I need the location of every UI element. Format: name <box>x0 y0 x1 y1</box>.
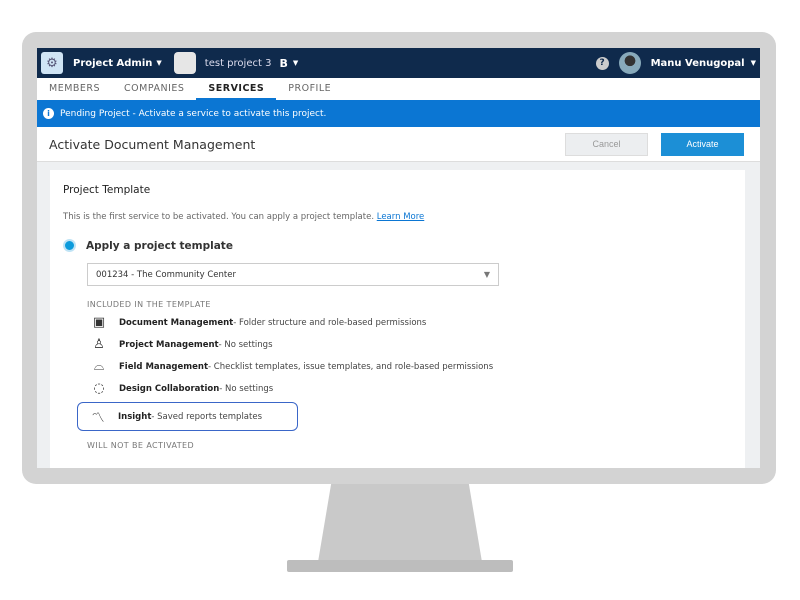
screen: ⚙ Project Admin ▼ test project 3 B ▼ ? Man… <box>37 48 760 468</box>
tab-bar: MEMBERS COMPANIES SERVICES PROFILE <box>37 78 760 100</box>
tab-companies[interactable]: COMPANIES <box>112 78 196 100</box>
selected-template: 001234 - The Community Center <box>96 269 236 280</box>
info-icon: i <box>43 108 54 119</box>
team-icon: ♙ <box>93 337 105 352</box>
collaboration-icon: ◌ <box>93 381 105 396</box>
hardhat-icon: ⌓ <box>93 359 105 374</box>
item-detail: - Saved reports templates <box>151 411 263 422</box>
insight-chart-icon: 〽 <box>91 411 105 426</box>
item-detail: - Checklist templates, issue templates, … <box>208 361 494 372</box>
chevron-down-icon: ▼ <box>750 59 756 67</box>
description-text: This is the first service to be activate… <box>63 212 375 222</box>
item-detail: - No settings <box>218 339 273 350</box>
list-item: ▣ Document Management - Folder structure … <box>89 314 732 331</box>
document-icon: ▣ <box>92 315 106 330</box>
activate-button[interactable]: Activate <box>661 132 744 156</box>
item-detail: - No settings <box>219 383 274 394</box>
not-activated-label: WILL NOT BE ACTIVATED <box>87 441 195 450</box>
help-icon[interactable]: ? <box>595 56 609 70</box>
item-detail: - Folder structure and role-based permis… <box>233 317 427 328</box>
project-badge: B <box>279 56 288 70</box>
caret-down-icon: ▼ <box>483 270 490 279</box>
banner-text: Pending Project - Activate a service to … <box>60 108 327 119</box>
cancel-button[interactable]: Cancel <box>565 132 648 156</box>
tab-services[interactable]: SERVICES <box>196 78 277 100</box>
list-item-highlighted: 〽 Insight - Saved reports templates <box>77 402 298 431</box>
radio-selected[interactable] <box>63 239 76 252</box>
project-template-card: Project Template This is the first servi… <box>50 170 745 468</box>
monitor-base <box>287 560 513 572</box>
list-item: ⌓ Field Management - Checklist templates,… <box>89 358 732 375</box>
avatar[interactable] <box>618 52 641 74</box>
learn-more-link[interactable]: Learn More <box>377 212 425 222</box>
item-name: Project Management <box>119 339 219 350</box>
tab-members[interactable]: MEMBERS <box>37 78 112 100</box>
tab-profile[interactable]: PROFILE <box>276 78 343 100</box>
project-thumbnail <box>173 52 196 74</box>
gear-icon[interactable]: ⚙ <box>41 52 63 74</box>
list-item: ◌ Design Collaboration - No settings <box>89 380 732 397</box>
card-description: This is the first service to be activate… <box>63 212 732 222</box>
item-name: Design Collaboration <box>119 383 220 394</box>
chevron-down-icon: ▼ <box>156 59 162 67</box>
item-name: Document Management <box>119 317 234 328</box>
template-select[interactable]: 001234 - The Community Center ▼ <box>87 263 499 286</box>
project-selector[interactable]: test project 3 <box>205 58 272 69</box>
apply-template-option[interactable]: Apply a project template <box>63 239 732 252</box>
top-bar: ⚙ Project Admin ▼ test project 3 B ▼ ? Man… <box>37 48 760 78</box>
item-name: Insight <box>118 411 152 422</box>
app-menu[interactable]: Project Admin <box>73 58 152 69</box>
included-label: INCLUDED IN THE TEMPLATE <box>87 300 211 309</box>
monitor-stand <box>318 484 482 562</box>
list-item: ♙ Project Management - No settings <box>89 336 732 353</box>
user-menu[interactable]: Manu Venugopal <box>651 58 745 69</box>
card-heading: Project Template <box>63 184 151 196</box>
chevron-down-icon: ▼ <box>292 59 299 67</box>
title-bar: Activate Document Management Cancel Acti… <box>37 127 760 162</box>
page-title: Activate Document Management <box>49 136 256 152</box>
option-label: Apply a project template <box>86 239 233 252</box>
pending-banner: i Pending Project - Activate a service t… <box>37 100 760 127</box>
item-name: Field Management <box>119 361 209 372</box>
